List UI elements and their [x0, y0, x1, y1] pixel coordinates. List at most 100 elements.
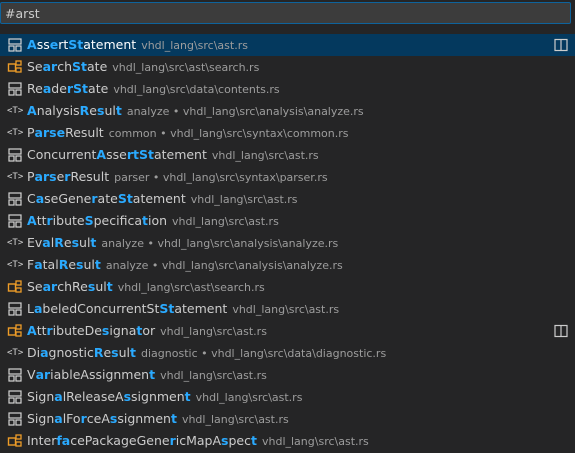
label-match-segment: a [34, 257, 43, 272]
label-segment: beledCon [42, 301, 102, 316]
result-row[interactable]: LabeledConcurrentStStatement vhdl_lang\sr… [0, 298, 575, 320]
result-description: vhdl_lang\src\ast.rs [160, 325, 267, 338]
open-to-side-icon[interactable] [553, 323, 569, 339]
result-row[interactable]: <T> EvalResult analyze • vhdl_lang\src\ana… [0, 232, 575, 254]
label-match-segment: A [27, 103, 37, 118]
result-row[interactable]: AttributeSpecification vhdl_lang\src\ast.… [0, 210, 575, 232]
result-row[interactable]: SignalReleaseAssignment vhdl_lang\src\ast… [0, 386, 575, 408]
class-icon [7, 433, 23, 449]
label-match-segment: t [94, 257, 101, 272]
result-description: diagnostic • vhdl_lang\src\data\diagnost… [141, 347, 387, 360]
label-segment: ul [104, 103, 116, 118]
result-label: CaseGenerateStatement [27, 191, 186, 206]
label-match-segment: s [221, 433, 229, 448]
label-segment: ate [87, 59, 108, 74]
label-match-segment: St [72, 59, 88, 74]
label-match-segment: a [42, 81, 52, 96]
label-segment: curr [101, 301, 127, 316]
label-match-segment: R [79, 103, 90, 118]
struct-icon [7, 213, 23, 229]
result-label: AssertStatement [27, 37, 136, 52]
label-segment: rt [58, 37, 69, 52]
label-match-segment: e [49, 37, 59, 52]
label-match-segment: arse [34, 125, 66, 140]
label-segment: pecifica [93, 213, 142, 228]
class-icon [7, 279, 23, 295]
label-match-segment: A [27, 323, 37, 338]
label-match-segment: ar [42, 59, 58, 74]
quick-open-input-container [0, 0, 575, 30]
label-segment: Ev [27, 235, 43, 250]
label-segment: gnostic [48, 345, 94, 360]
label-match-segment: S [84, 213, 94, 228]
result-row[interactable]: <T> ParserResult parser • vhdl_lang\src\sy… [0, 166, 575, 188]
result-row[interactable]: VariableAssignment vhdl_lang\src\ast.rs [0, 364, 575, 386]
label-match-segment: ar [42, 279, 58, 294]
result-row[interactable]: ConcurrentAssertStatement vhdl_lang\src\a… [0, 144, 575, 166]
symbol-results-list[interactable]: AssertStatement vhdl_lang\src\ast.rs Searc… [0, 34, 575, 452]
label-segment: Inter [27, 433, 57, 448]
label-segment: Concurrent [27, 147, 97, 162]
result-row[interactable]: ReaderState vhdl_lang\src\data\contents.r… [0, 78, 575, 100]
label-segment: ate [97, 191, 118, 206]
struct-icon [7, 367, 23, 383]
label-segment: ul [83, 257, 95, 272]
label-match-segment: t [130, 345, 136, 360]
struct-icon [7, 147, 23, 163]
result-row[interactable]: CaseGenerateStatement vhdl_lang\src\ast.r… [0, 188, 575, 210]
label-match-segment: t [251, 433, 257, 448]
result-row[interactable]: <T> FatalResult analyze • vhdl_lang\src\an… [0, 254, 575, 276]
label-segment: Sign [27, 411, 55, 426]
label-segment: e [63, 235, 72, 250]
label-segment: Result [70, 169, 110, 184]
result-row[interactable]: <T> DiagnosticResult diagnostic • vhdl_lan… [0, 342, 575, 364]
label-match-segment: a [54, 411, 63, 426]
label-segment: seGene [44, 191, 92, 206]
label-segment: e [89, 103, 97, 118]
result-label: DiagnosticResult [27, 345, 136, 360]
label-segment: iableAssignmen [50, 367, 150, 382]
label-segment: tt [36, 213, 47, 228]
result-label: ConcurrentAssertStatement [27, 147, 207, 162]
label-segment: ch [57, 279, 73, 294]
label-segment: igna [109, 323, 137, 338]
label-match-segment: s [123, 389, 132, 404]
result-row[interactable]: AttributeDesignator vhdl_lang\src\ast.rs [0, 320, 575, 342]
label-match-segment: A [96, 147, 107, 162]
open-to-side-icon[interactable] [553, 37, 569, 53]
symbol-search-input[interactable] [0, 2, 571, 24]
label-match-segment: ar [35, 367, 51, 382]
label-segment: ch [57, 59, 73, 74]
result-label: ParseResult [27, 125, 104, 140]
result-description: analyze • vhdl_lang\src\analysis\analyze… [101, 237, 339, 250]
result-description: vhdl_lang\src\ast.rs [141, 39, 248, 52]
result-description: vhdl_lang\src\ast.rs [181, 413, 289, 426]
result-row[interactable]: SearchState vhdl_lang\src\ast\search.rs [0, 56, 575, 78]
struct-icon [7, 81, 23, 97]
label-segment: ion [147, 213, 168, 228]
label-segment: Result [65, 125, 104, 140]
result-row[interactable]: InterfacePackageGenericMapAspect vhdl_lan… [0, 430, 575, 452]
label-segment: ate [88, 81, 109, 96]
label-segment: pec [228, 433, 252, 448]
result-row[interactable]: SignalForceAssignment vhdl_lang\src\ast.r… [0, 408, 575, 430]
label-segment: atement [132, 191, 186, 206]
label-match-segment: t [106, 279, 113, 294]
result-label: AttributeDesignator [27, 323, 155, 338]
result-description: vhdl_lang\src\ast.rs [195, 391, 303, 404]
label-segment: tt [36, 323, 47, 338]
label-segment: e [103, 345, 112, 360]
label-match-segment: a [42, 235, 51, 250]
label-segment: entSt [126, 301, 160, 316]
result-label: SignalReleaseAssignment [27, 389, 191, 404]
result-row[interactable]: <T> ParseResult common • vhdl_lang\src\syn… [0, 122, 575, 144]
result-row[interactable]: <T> AnalysisResult analyze • vhdl_lang\src… [0, 100, 575, 122]
result-row[interactable]: SearchResult vhdl_lang\src\ast\search.rs [0, 276, 575, 298]
label-match-segment: A [27, 213, 37, 228]
result-label: ParserResult [27, 169, 109, 184]
label-segment: ul [118, 345, 131, 360]
type-param-icon: <T> [7, 171, 24, 182]
label-match-segment: rtSt [126, 147, 154, 162]
result-description: common • vhdl_lang\src\syntax\common.rs [108, 127, 349, 140]
result-row[interactable]: AssertStatement vhdl_lang\src\ast.rs [0, 34, 575, 56]
